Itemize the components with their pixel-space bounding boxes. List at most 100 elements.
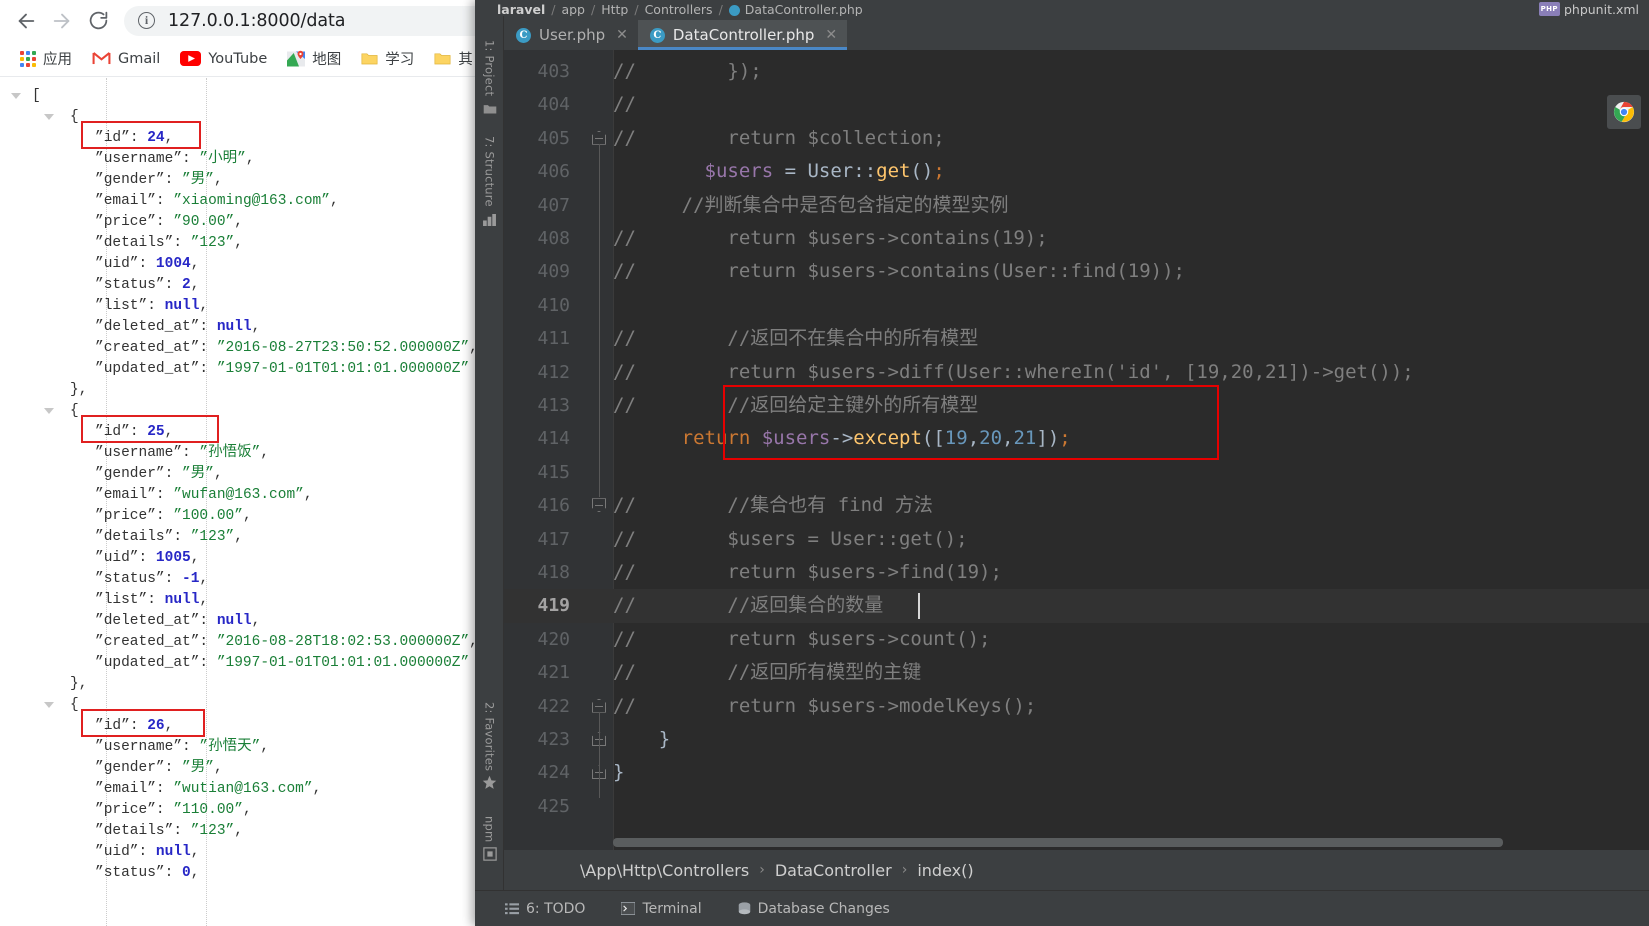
bookmark-maps[interactable]: 地图 [279,45,349,73]
horizontal-scrollbar[interactable] [613,838,1649,847]
code-line[interactable]: 417 // $users = User::get(); [504,523,1649,556]
folder-icon [361,51,378,66]
gmail-icon [92,51,111,66]
json-key: ”id” [95,424,130,440]
reload-button[interactable] [80,3,116,39]
breadcrumb-project[interactable]: laravel [497,3,545,16]
status-todo[interactable]: 6: TODO [505,901,585,917]
status-label: 6: TODO [526,900,586,917]
breadcrumb-method[interactable]: index() [917,861,973,880]
breadcrumb-http[interactable]: Http [601,3,628,16]
code-line[interactable]: 408 // return $users->contains(19); [504,222,1649,255]
code-line[interactable]: 406 $users = User::get(); [504,155,1649,188]
code-line[interactable]: 410 [504,289,1649,322]
code-line[interactable]: 415 [504,456,1649,489]
tool-window-favorites[interactable]: 2: Favorites [475,702,504,794]
status-label: Terminal [642,900,702,917]
code-line[interactable]: 425 [504,790,1649,823]
code-text: // //返回给定主键外的所有模型 [613,394,979,416]
json-value: ”孙悟饭” [199,445,261,461]
forward-button[interactable] [44,3,80,39]
json-line: ”price”: ”100.00”, [95,508,252,524]
status-terminal[interactable]: Terminal [621,900,702,917]
code-line[interactable]: 411 // //返回不在集合中的所有模型 [504,322,1649,355]
bookmark-label: YouTube [208,50,268,67]
tab-datacontroller-php[interactable]: C DataController.php ✕ [637,20,848,50]
code-line[interactable]: 403 // }); [504,55,1649,88]
close-icon[interactable]: ✕ [616,27,628,43]
close-icon[interactable]: ✕ [825,27,837,43]
code-line[interactable]: 424} [504,756,1649,789]
code-text: //判断集合中是否包含指定的模型实例 [613,193,1009,216]
json-line: ”status”: 2, [95,277,200,293]
json-value: null [164,592,200,608]
json-line: ”email”: ”wufan@163.com”, [95,487,313,503]
json-value: ”123” [190,823,235,839]
tab-user-php[interactable]: C User.php ✕ [504,20,638,50]
breadcrumb-separator: / [634,2,639,16]
line-number: 418 [537,562,570,583]
collapse-triangle[interactable] [44,702,54,708]
fold-end-icon[interactable] [592,498,606,513]
bookmark-folder-study[interactable]: 学习 [353,45,422,73]
tool-window-npm[interactable]: npm [475,816,504,865]
run-in-chrome-button[interactable] [1607,95,1641,129]
breadcrumb-namespace[interactable]: \App\Http\Controllers [580,861,749,880]
code-line[interactable]: 405 // return $collection; [504,122,1649,155]
code-line[interactable]: 409 // return $users->contains(User::find… [504,255,1649,288]
code-editor[interactable]: 403// }); 404//405// return $collection; 4… [504,50,1649,850]
php-class-icon [728,4,740,16]
code-text: // //返回不在集合中的所有模型 [613,327,979,350]
fold-start-icon[interactable] [592,130,606,145]
code-line[interactable]: 407 //判断集合中是否包含指定的模型实例 [504,189,1649,222]
json-line: ”details”: ”123”, [95,235,243,251]
breadcrumb-app[interactable]: app [561,3,585,16]
collapse-triangle[interactable] [44,408,54,414]
code-line[interactable]: 421 // //返回所有模型的主键 [504,656,1649,689]
code-line[interactable]: 422 // return $users->modelKeys(); [504,690,1649,723]
info-circle-icon[interactable]: i [138,12,155,29]
bookmark-youtube[interactable]: YouTube [172,45,275,73]
json-line: ”deleted_at”: null, [95,613,261,629]
structure-icon [483,211,496,230]
status-database-changes[interactable]: Database Changes [738,901,890,917]
tool-window-structure[interactable]: 7: Structure [475,136,504,230]
bookmark-apps[interactable]: 应用 [12,45,80,73]
tool-window-project[interactable]: 1: Project [475,40,504,119]
code-line[interactable]: 412 // return $users->diff(User::whereIn(… [504,356,1649,389]
collapse-triangle[interactable] [44,114,54,120]
code-line[interactable]: 419 // //返回集合的数量 [504,589,1649,623]
bookmark-label: Gmail [118,50,161,67]
terminal-icon [621,902,636,915]
line-number: 423 [537,729,570,750]
bookmark-gmail[interactable]: Gmail [84,45,168,73]
back-button[interactable] [8,3,44,39]
json-value: 2 [182,277,191,293]
collapse-triangle[interactable] [11,93,21,99]
phpunit-file-label[interactable]: PHP phpunit.xml [1538,0,1639,16]
code-line[interactable]: 423 } [504,723,1649,756]
breadcrumb-class[interactable]: DataController [775,861,892,880]
breadcrumb-separator: / [718,2,723,16]
apps-grid-icon [20,50,36,67]
left-tool-window-strip: 1: Project 7: Structure 2: Favorites npm [475,16,504,890]
breadcrumb-file[interactable]: DataController.php [745,3,863,16]
json-line: ”username”: ”孙悟天”, [95,739,270,755]
json-key: ”uid” [95,256,139,272]
scrollbar-thumb[interactable] [613,838,1503,847]
code-line[interactable]: 420 // return $users->count(); [504,623,1649,656]
bookmark-folder-other[interactable]: 其 [426,45,481,73]
json-key: ”deleted_at” [95,613,200,629]
line-number: 409 [537,261,570,283]
code-line[interactable]: 413 // //返回给定主键外的所有模型 [504,389,1649,422]
fold-start-icon[interactable] [592,698,606,713]
code-line[interactable]: 404 // [504,88,1649,121]
line-number: 410 [537,294,570,316]
code-line[interactable]: 418 // return $users->find(19); [504,556,1649,589]
breadcrumb-controllers[interactable]: Controllers [645,3,713,16]
json-line: ”uid”: 1005, [95,550,200,566]
code-line[interactable]: 416 // //集合也有 find 方法 [504,489,1649,522]
code-text: // //集合也有 find 方法 [613,494,933,517]
json-key: ”status” [95,277,165,293]
code-line[interactable]: 414 return $users->except([19,20,21]); [504,422,1649,455]
